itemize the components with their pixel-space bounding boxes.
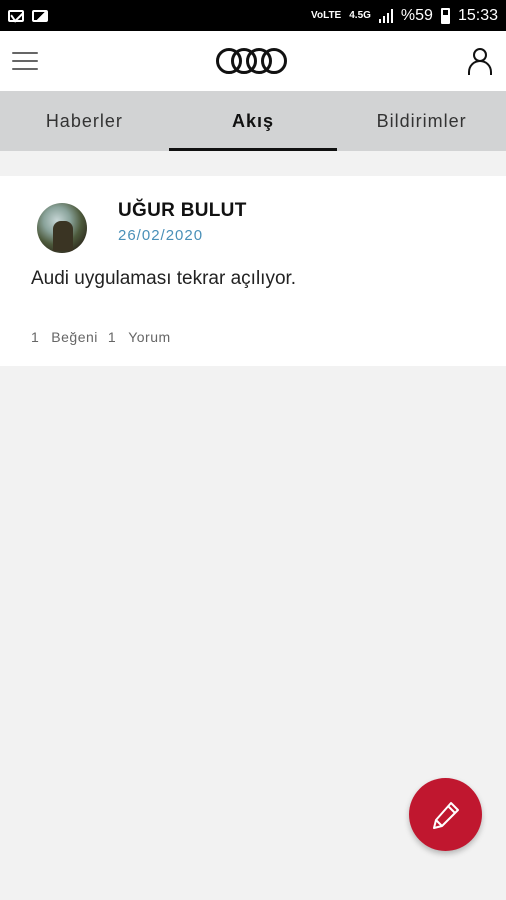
audi-rings-logo [216, 48, 288, 74]
battery-percent: %59 [400, 6, 433, 24]
network-label: 4.5G [349, 9, 371, 21]
app-bar [0, 31, 506, 91]
avatar[interactable] [37, 203, 87, 253]
battery-icon [440, 7, 450, 24]
status-right: VoLTE 4.5G %59 15:33 [311, 7, 498, 25]
volte-label: VoLTE [311, 9, 342, 21]
signal-icon [378, 8, 393, 23]
feed-post-card[interactable]: UĞUR BULUT 26/02/2020 Audi uygulaması te… [0, 176, 506, 366]
likes-stat[interactable]: 1 Beğeni [31, 329, 98, 345]
hamburger-menu-icon[interactable] [12, 52, 38, 70]
tab-bar: Haberler Akış Bildirimler [0, 91, 506, 151]
mail-icon [8, 9, 24, 22]
comments-label: Yorum [128, 329, 171, 345]
status-bar: VoLTE 4.5G %59 15:33 [0, 0, 506, 31]
user-icon[interactable] [466, 47, 494, 75]
post-stats: 1 Beğeni 1 Yorum [31, 329, 171, 345]
tab-akis[interactable]: Akış [168, 91, 338, 151]
pencil-icon [432, 801, 459, 829]
tab-bildirimler[interactable]: Bildirimler [337, 91, 506, 151]
comments-stat[interactable]: 1 Yorum [108, 329, 171, 345]
status-left [8, 9, 48, 22]
post-text: Audi uygulaması tekrar açılıyor. [31, 268, 297, 289]
author-name[interactable]: UĞUR BULUT [118, 200, 247, 222]
tab-haberler[interactable]: Haberler [0, 91, 169, 151]
likes-count: 1 [31, 329, 40, 345]
clock: 15:33 [457, 6, 498, 24]
likes-label: Beğeni [51, 329, 98, 345]
image-icon [32, 9, 48, 22]
new-post-button[interactable] [409, 778, 482, 851]
post-date: 26/02/2020 [118, 227, 204, 244]
comments-count: 1 [107, 329, 117, 345]
